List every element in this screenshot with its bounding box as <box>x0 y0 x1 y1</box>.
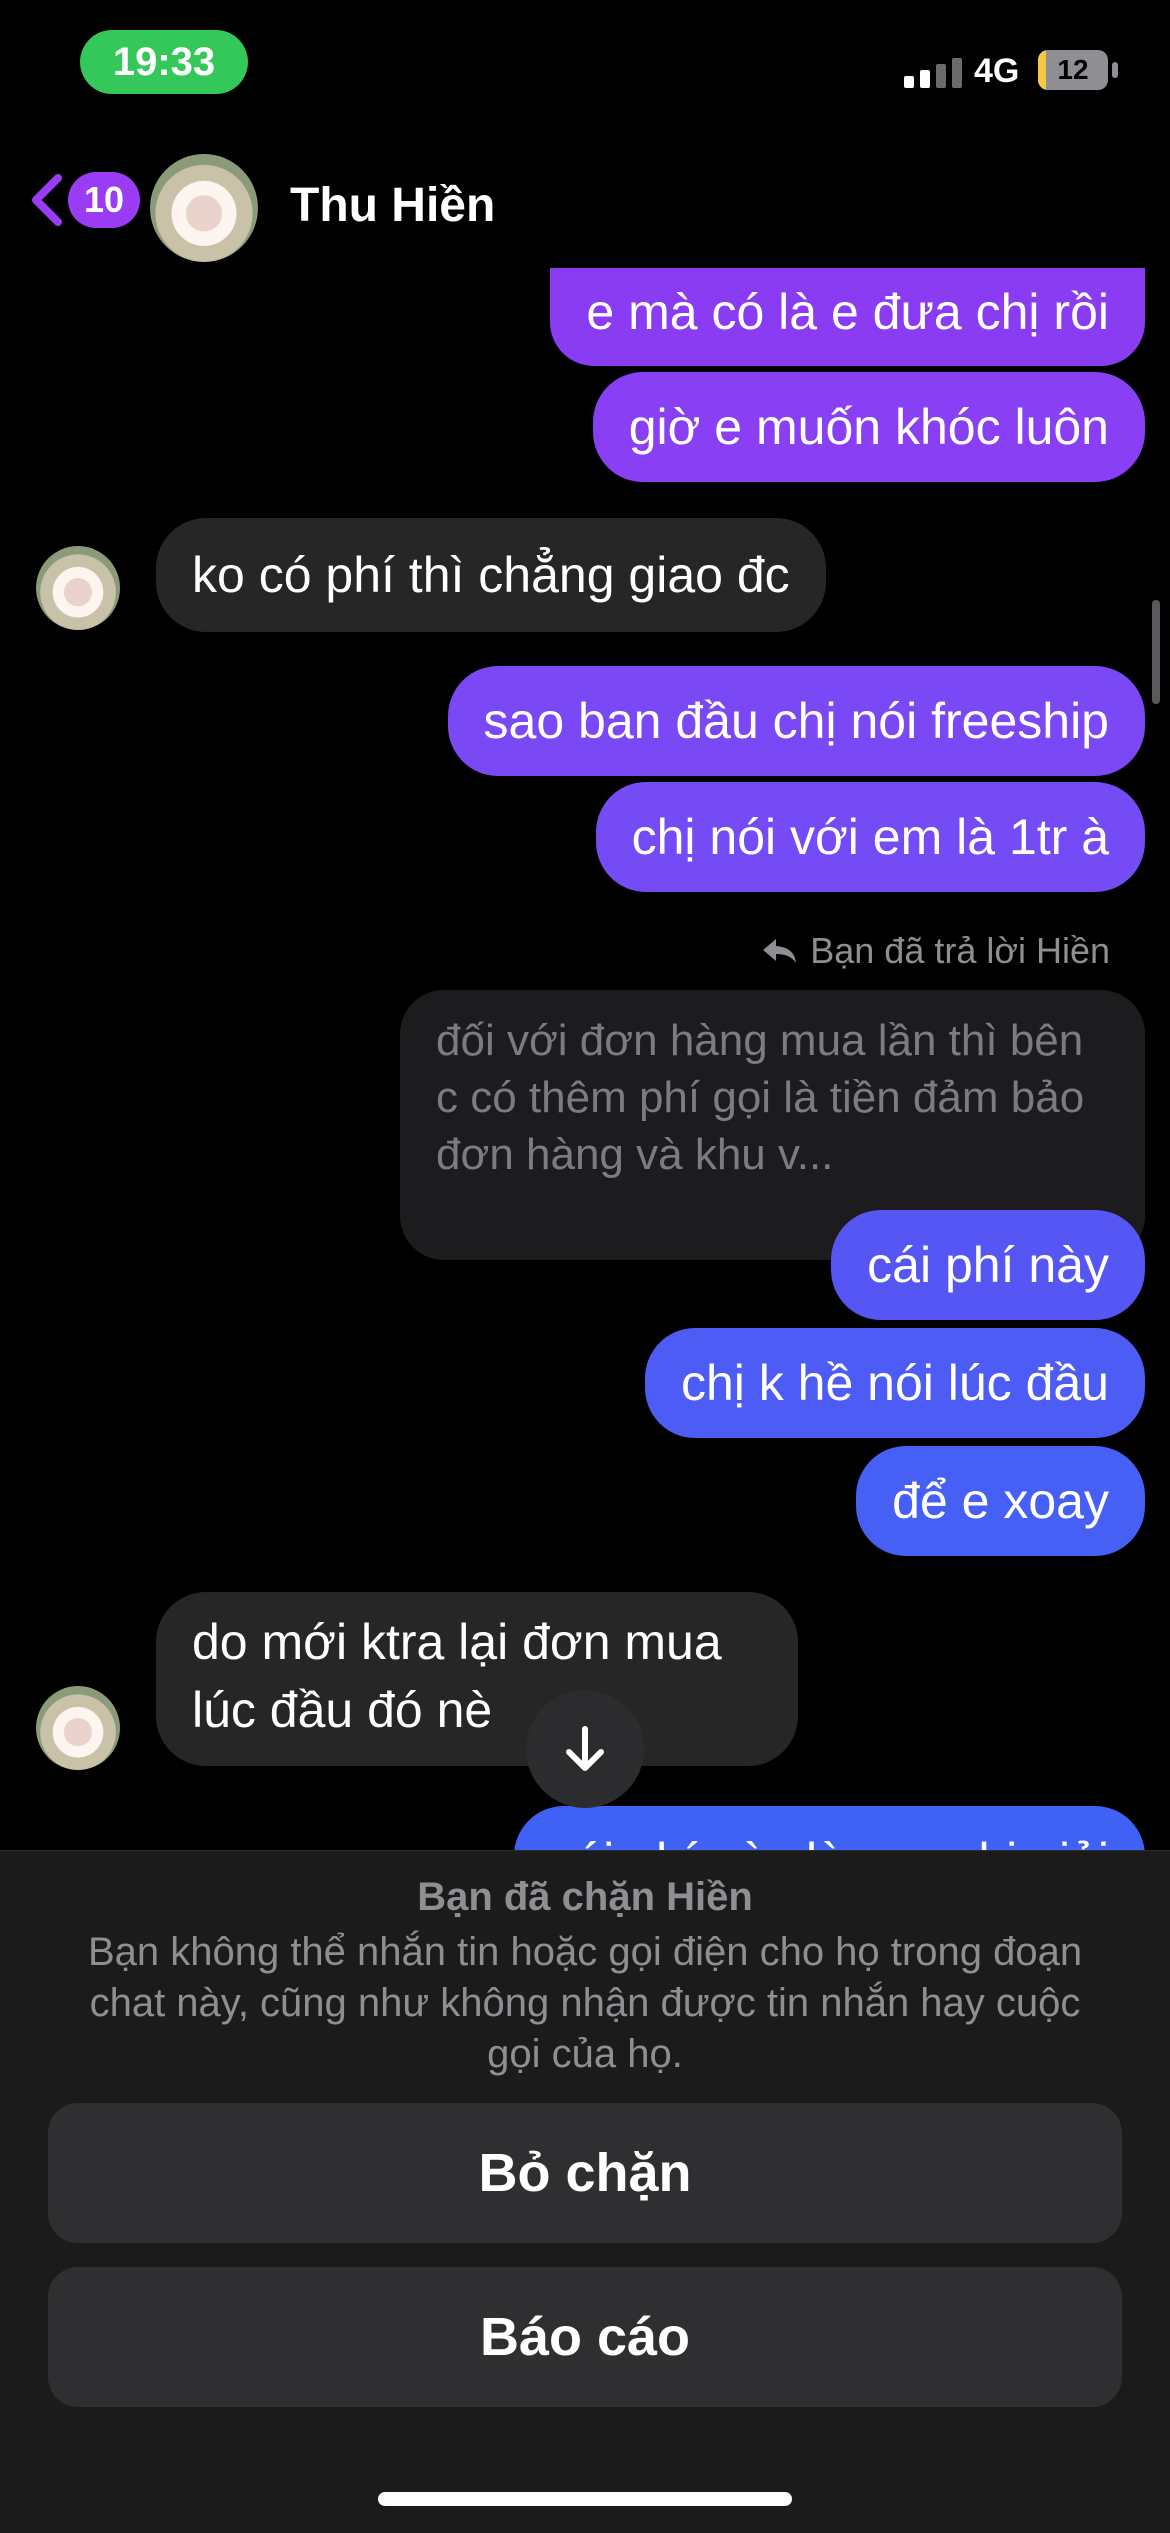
battery-cap <box>1112 62 1118 78</box>
outgoing-message[interactable]: sao ban đầu chị nói freeship <box>447 666 1145 776</box>
scrollbar[interactable] <box>1152 600 1160 704</box>
reply-arrow-icon <box>763 939 797 963</box>
incoming-message[interactable]: do mới ktra lại đơn mua lúc đầu đó nè <box>156 1592 798 1766</box>
report-button[interactable]: Báo cáo <box>48 2267 1122 2407</box>
home-indicator[interactable] <box>378 2492 792 2506</box>
outgoing-message[interactable]: chị k hề nói lúc đầu <box>644 1328 1145 1438</box>
blocked-description: Bạn không thể nhắn tin hoặc gọi điện cho… <box>87 1930 1083 2076</box>
status-bar: 19:33 4G 12 <box>0 0 1170 140</box>
blocked-title: Bạn đã chặn Hiền <box>417 1875 753 1919</box>
incoming-message[interactable]: ko có phí thì chẳng giao đc <box>156 518 826 632</box>
battery-level: 12 <box>1057 54 1089 85</box>
arrow-down-icon <box>566 1726 604 1771</box>
contact-avatar-small[interactable] <box>36 1686 120 1770</box>
reply-label-text: Bạn đã trả lời Hiền <box>810 930 1110 971</box>
outgoing-message[interactable]: giờ e muốn khóc luôn <box>592 372 1145 482</box>
outgoing-message[interactable]: chị nói với em là 1tr à <box>595 782 1145 892</box>
contact-name[interactable]: Thu Hiền <box>290 178 495 233</box>
unblock-button[interactable]: Bỏ chặn <box>48 2103 1122 2243</box>
network-label: 4G <box>974 52 1020 90</box>
back-chevron-icon <box>32 174 62 226</box>
signal-icon <box>904 58 962 88</box>
chat-header: 10 Thu Hiền <box>0 140 1170 270</box>
reply-label: Bạn đã trả lời Hiền <box>760 930 1110 972</box>
outgoing-message[interactable]: để e xoay <box>856 1446 1145 1556</box>
unread-count-badge: 10 <box>68 172 140 228</box>
outgoing-message[interactable]: e mà có là e đưa chị rồi <box>550 268 1145 366</box>
outgoing-message[interactable]: cái phí này <box>831 1210 1145 1320</box>
battery-icon: 12 <box>1038 50 1108 90</box>
scroll-down-button[interactable] <box>526 1690 644 1808</box>
status-time: 19:33 <box>80 30 248 94</box>
contact-avatar[interactable] <box>150 154 258 262</box>
blocked-panel: Bạn đã chặn Hiền Bạn không thể nhắn tin … <box>0 1850 1170 2533</box>
back-button[interactable]: 10 <box>24 170 140 230</box>
contact-avatar-small[interactable] <box>36 546 120 630</box>
